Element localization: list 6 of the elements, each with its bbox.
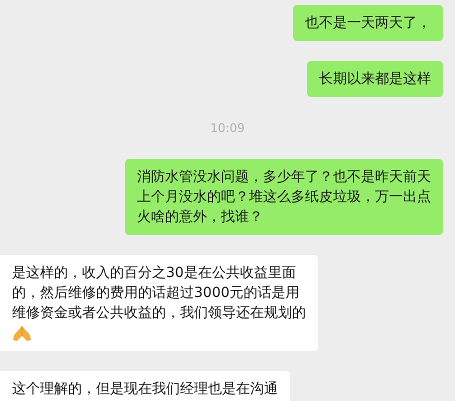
timestamp: 10:09	[210, 120, 245, 137]
message-text: 也不是一天两天了，	[305, 14, 431, 33]
message-text: 这个理解的，但是现在我们经理也是在沟通	[12, 380, 278, 399]
message-text: 消防水管没水问题，多少年了？也不是昨天前天上个月没水的吧？堆这么多纸皮垃圾，万一出点火啥的意外，找谁？	[137, 168, 431, 227]
message-text: 是这样的，收入的百分之30是在公共收益里面的，然后维修的费用的话超过3000元的话是用维修资金或者公共收益的，我们领导还在规划的	[12, 264, 306, 323]
message-text: 长期以来都是这样	[319, 70, 431, 89]
